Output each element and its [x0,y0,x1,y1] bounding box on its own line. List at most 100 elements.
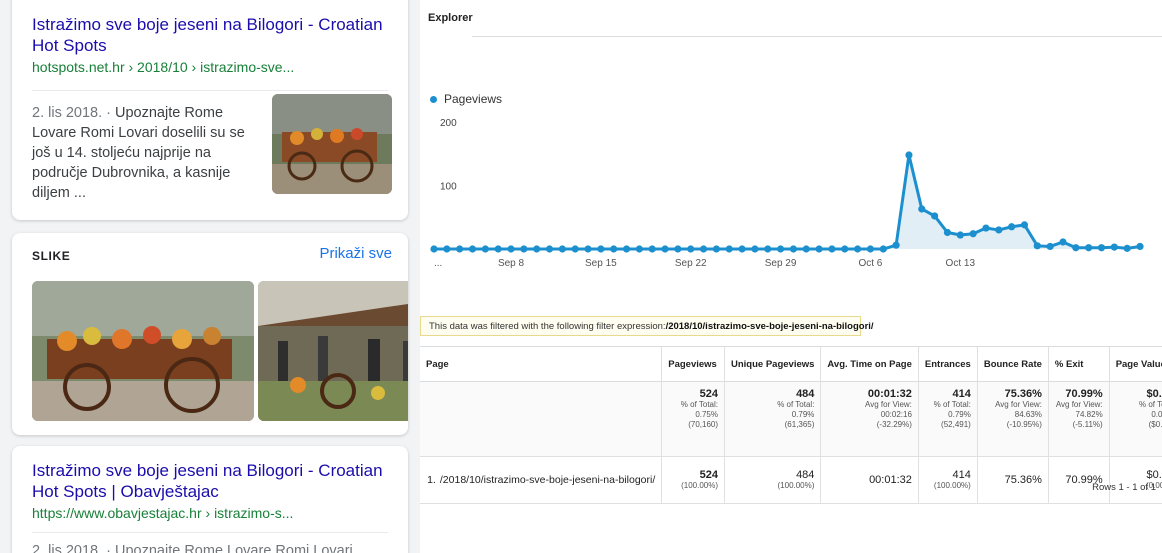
data-point[interactable] [481,245,489,253]
data-point[interactable] [725,245,733,253]
data-point[interactable] [622,245,631,253]
x-tick-label: Sep 22 [675,258,707,269]
total-sub: % of Total: [680,400,718,409]
data-point[interactable] [571,245,579,253]
row-page-link[interactable]: /2018/10/istrazimo-sve-boje-jeseni-na-bi… [440,474,655,486]
cell-sub: (100.00%) [777,481,815,490]
data-point[interactable] [456,245,464,253]
data-point[interactable] [635,245,643,253]
data-point[interactable] [764,245,772,253]
data-point[interactable] [545,245,554,253]
col-bounce-rate[interactable]: Bounce Rate [976,346,1049,382]
pageviews-line-chart[interactable]: 200 100... Sep 8 Sep 15 Sep 22 Sep 29 Oct 6 Oct… [420,110,1162,280]
data-point[interactable] [507,245,515,253]
data-point[interactable] [597,245,605,253]
data-point[interactable] [815,245,823,253]
data-point[interactable] [674,245,682,253]
row-value: $0.00(0.00%) [1108,456,1162,504]
x-tick-label: ... [434,258,442,269]
image-result-1[interactable] [32,281,254,421]
col-avg-time[interactable]: Avg. Time on Page [820,346,919,382]
legend-label: Pageviews [444,92,503,106]
data-point[interactable] [1110,243,1118,251]
data-point[interactable] [520,245,528,253]
x-tick-label: Oct 6 [858,258,882,269]
data-point[interactable] [1097,244,1106,252]
data-point[interactable] [738,245,746,253]
data-point[interactable] [956,231,964,239]
data-point[interactable] [931,212,939,220]
show-all-images-link[interactable]: Prikaži sve [319,245,392,262]
row-avgtime: 00:01:32 [820,456,919,504]
tab-active-gap [420,35,472,38]
legend-dot-icon [430,95,437,103]
col-unique-pageviews[interactable]: Unique Pageviews [723,346,821,382]
data-point[interactable] [982,224,990,232]
data-point[interactable] [558,245,566,253]
data-point[interactable] [699,245,708,253]
search-result-card[interactable]: Istražimo sve boje jeseni na Bilogori - … [12,0,408,220]
result-url-2[interactable]: https://www.obavjestajac.hr › istrazimo-… [12,502,408,522]
data-point[interactable] [494,245,502,253]
data-point[interactable] [687,245,695,253]
data-point[interactable] [584,245,592,253]
total-sub: 00:02:16 [880,410,912,419]
total-sub: % of Total [1139,400,1162,409]
data-point[interactable] [1123,244,1131,252]
data-point[interactable] [661,245,669,253]
tab-explorer[interactable]: Explorer [428,12,473,24]
col-entrances[interactable]: Entrances [917,346,978,382]
total-value: 70.99% [1065,388,1103,400]
col-exit[interactable]: % Exit [1047,346,1110,382]
data-point[interactable] [430,245,438,253]
result-title-link-2[interactable]: Istražimo sve boje jeseni na Bilogori - … [12,460,408,502]
data-point[interactable] [943,228,952,237]
data-point[interactable] [802,245,810,253]
data-point[interactable] [468,245,477,253]
data-point[interactable] [1085,244,1093,252]
data-point[interactable] [1020,221,1029,229]
table-header-row: Page Pageviews Unique Pageviews Avg. Tim… [420,346,1162,382]
data-point[interactable] [1033,242,1041,250]
col-pageviews[interactable]: Pageviews [661,346,725,382]
table-row[interactable]: 1. /2018/10/istrazimo-sve-boje-jeseni-na-… [420,456,1162,504]
result-thumbnail[interactable] [272,94,392,194]
total-value: 414 [952,388,971,400]
result-url[interactable]: hotspots.net.hr › 2018/10 › istrazimo-sv… [12,56,408,76]
data-point[interactable] [648,245,656,253]
data-point[interactable] [533,245,541,253]
data-point[interactable] [969,230,977,238]
col-page-value[interactable]: Page Value [1108,346,1162,382]
data-point[interactable] [879,245,887,253]
row-pageviews: 524 (100.00%) [661,456,725,504]
data-point[interactable] [995,226,1003,234]
result-title-link[interactable]: Istražimo sve boje jeseni na Bilogori - … [12,14,408,56]
data-point[interactable] [854,245,862,253]
search-result-card-2[interactable]: Istražimo sve boje jeseni na Bilogori - … [12,446,408,553]
data-point[interactable] [712,245,720,253]
image-result-2[interactable] [258,281,408,421]
data-point[interactable] [751,245,759,253]
data-point[interactable] [1136,242,1144,251]
data-point[interactable] [789,245,798,253]
row-page-cell[interactable]: 1. /2018/10/istrazimo-sve-boje-jeseni-na-… [420,456,662,504]
data-point[interactable] [841,245,849,253]
data-point[interactable] [866,245,875,253]
filter-text: This data was filtered with the followin… [429,320,666,332]
data-point[interactable] [610,245,618,253]
data-point[interactable] [828,245,836,253]
totals-avgtime: 00:01:32 Avg for View: 00:02:16 (-32.29%) [820,381,919,457]
total-value: 484 [796,388,815,400]
data-point[interactable] [918,205,926,213]
data-point[interactable] [1046,242,1054,251]
data-point[interactable] [905,151,913,159]
data-point[interactable] [443,245,451,253]
data-point[interactable] [1059,238,1067,246]
data-point[interactable] [892,241,900,249]
data-point[interactable] [1008,223,1016,231]
data-point[interactable] [1072,244,1080,252]
col-page[interactable]: Page [420,346,662,382]
explorer-table: Page Pageviews Unique Pageviews Avg. Tim… [420,346,1162,504]
totals-entrances: 414% of Total: 0.79% (52,491) [917,381,978,457]
data-point[interactable] [776,245,785,253]
